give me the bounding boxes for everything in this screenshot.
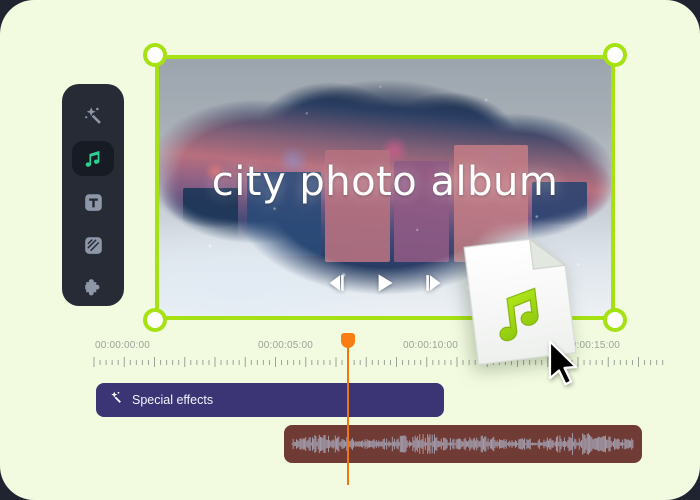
playhead-knob[interactable] bbox=[341, 333, 355, 348]
left-toolbar bbox=[62, 84, 124, 306]
timecode-label: 00:00:10:00 bbox=[403, 340, 459, 351]
next-frame-icon[interactable] bbox=[423, 274, 445, 297]
video-editor-window: city photo album 00:00:00:00 00:00:05:00… bbox=[0, 0, 700, 500]
playhead[interactable] bbox=[341, 333, 355, 485]
play-icon[interactable] bbox=[375, 273, 395, 298]
timeline-ruler[interactable]: 00:00:00:00 00:00:05:00 00:00:10:00 00:0… bbox=[90, 336, 670, 370]
text-t-icon bbox=[83, 192, 104, 213]
effects-track-clip[interactable]: Special effects bbox=[96, 383, 444, 417]
music-note-icon bbox=[82, 148, 104, 170]
effects-track-label: Special effects bbox=[132, 393, 214, 407]
timecode-label: 00:00:00:00 bbox=[95, 340, 151, 351]
timecode-label: 00:00:05:00 bbox=[258, 340, 314, 351]
resize-handle-bottom-left[interactable] bbox=[143, 308, 167, 332]
sidebar-item-special-effects[interactable] bbox=[72, 98, 114, 133]
video-canvas[interactable]: city photo album bbox=[155, 55, 615, 320]
resize-handle-top-right[interactable] bbox=[603, 43, 627, 67]
sidebar-item-filters[interactable] bbox=[72, 228, 114, 263]
sidebar-item-plugins[interactable] bbox=[72, 271, 114, 306]
playback-controls bbox=[155, 273, 615, 298]
sidebar-item-audio[interactable] bbox=[72, 141, 114, 177]
magic-wand-icon bbox=[108, 390, 123, 410]
resize-handle-top-left[interactable] bbox=[143, 43, 167, 67]
video-preview-panel[interactable]: city photo album bbox=[143, 43, 627, 332]
sidebar-item-text[interactable] bbox=[72, 184, 114, 219]
filters-icon bbox=[83, 235, 104, 256]
timecode-label: 00:00:15:00 bbox=[565, 340, 621, 351]
magic-wand-icon bbox=[82, 105, 104, 127]
ruler-tick-marks bbox=[93, 357, 664, 367]
puzzle-piece-icon bbox=[82, 277, 104, 299]
waveform-icon bbox=[291, 433, 634, 455]
audio-track-clip[interactable] bbox=[284, 425, 642, 463]
previous-frame-icon[interactable] bbox=[325, 274, 347, 297]
resize-handle-bottom-right[interactable] bbox=[603, 308, 627, 332]
